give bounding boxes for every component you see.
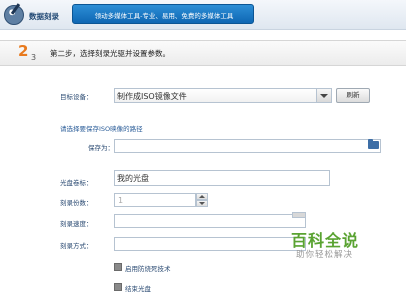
app-title: 数据刻录 [29,12,59,21]
step-total: 3 [31,53,37,62]
speed-select[interactable] [114,214,306,228]
spin-down-icon [199,202,205,205]
slogan-tab[interactable]: 领动多媒体工具-专业、易用、免费的多媒体工具 [72,4,254,24]
close-disc-checkbox[interactable] [114,283,122,291]
folder-icon[interactable] [368,139,379,149]
speed-label: 刻录速度： [60,220,93,228]
app-logo-icon [4,5,24,25]
copies-value: 1 [118,196,124,205]
copies-spin-down[interactable] [196,200,208,207]
disc-label-label: 光盘卷标： [60,179,93,187]
slogan-text: 领动多媒体工具-专业、易用、免费的多媒体工具 [94,12,234,20]
copies-spin-up[interactable] [196,193,208,200]
burnproof-label: 启用防烧死技术 [125,265,171,273]
save-as-label: 保存为： [88,144,114,152]
watermark-subtitle: 助你轻松解决 [296,250,354,260]
spin-up-icon [199,195,205,198]
burn-mode-label: 刻录方式： [60,242,93,250]
burnproof-checkbox[interactable] [114,263,122,271]
burn-mode-select[interactable] [114,237,306,251]
refresh-button[interactable]: 刷新 [336,88,370,103]
save-path-hint: 请选择要保存ISO映像的路径 [60,125,143,133]
chevron-down-icon [320,94,328,98]
disc-label-value: 我的光盘 [117,174,149,183]
copies-input[interactable] [114,193,196,207]
target-device-label: 目标设备： [60,93,93,101]
step-number: 2 [18,42,29,60]
copies-label: 刻录份数： [60,199,93,207]
target-device-value: 制作成ISO镜像文件 [117,92,187,101]
close-disc-label: 结束光盘 [125,285,151,293]
step-title: 第二步，选择刻录光驱并设置参数。 [50,49,170,58]
save-path-input[interactable] [114,139,381,153]
speed-dropdown-button[interactable] [292,212,306,218]
